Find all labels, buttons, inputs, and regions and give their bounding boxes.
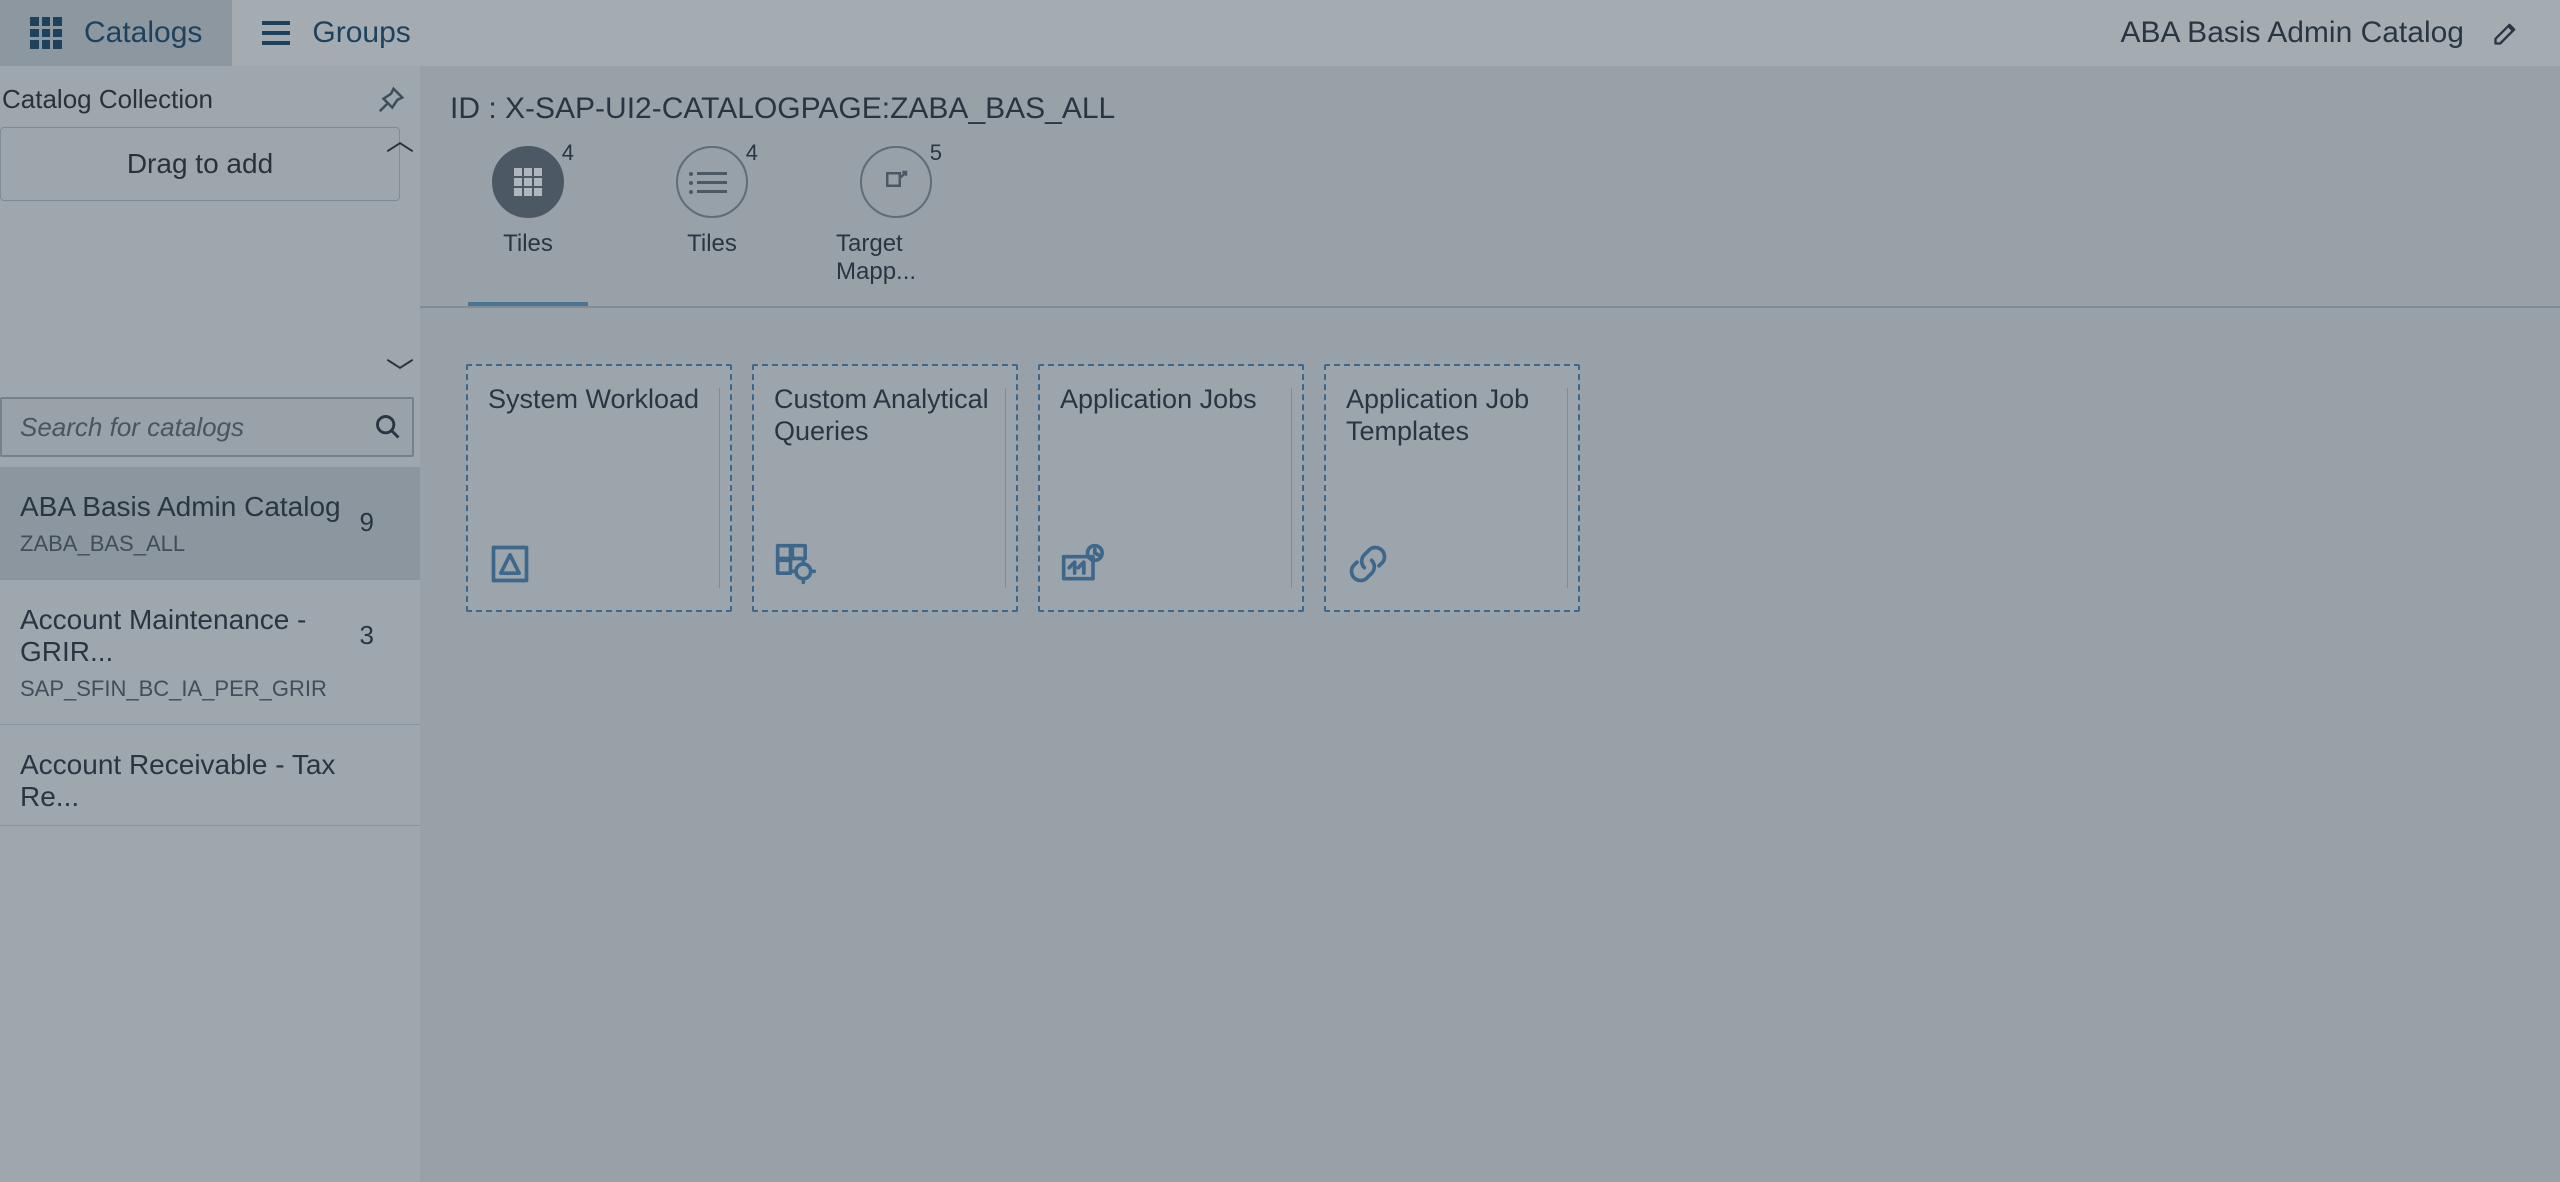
view-tab-badge: 5 <box>930 140 942 166</box>
tab-catalogs-label: Catalogs <box>84 16 202 50</box>
catalog-item-count: 3 <box>360 620 374 651</box>
tile-divider <box>1005 388 1006 588</box>
hamburger-icon <box>262 21 290 45</box>
analytics-gear-icon <box>774 542 818 586</box>
tile-job-templates[interactable]: Application Job Templates <box>1324 364 1580 612</box>
catalog-item-title: Account Maintenance - GRIR... <box>20 604 380 668</box>
drag-to-add[interactable]: Drag to add <box>0 127 400 201</box>
grid-icon <box>30 17 62 49</box>
left-sidebar: Catalog Collection Drag to add ︿ ﹀ ︿ <box>0 66 420 1182</box>
catalog-item-grir[interactable]: Account Maintenance - GRIR... SAP_SFIN_B… <box>0 580 420 725</box>
tab-groups-label: Groups <box>312 16 410 50</box>
pin-icon[interactable] <box>376 85 406 115</box>
catalog-item-aba-basis[interactable]: ABA Basis Admin Catalog ZABA_BAS_ALL 9 <box>0 467 420 580</box>
view-tab-tiles-list[interactable]: 4 Tiles <box>652 146 772 306</box>
catalog-item-count: 9 <box>360 507 374 538</box>
catalog-item-ar-tax[interactable]: Account Receivable - Tax Re... <box>0 725 420 826</box>
tile-system-workload[interactable]: System Workload <box>466 364 732 612</box>
list-view-icon <box>676 146 748 218</box>
search-box[interactable] <box>0 397 414 457</box>
target-mapping-icon <box>860 146 932 218</box>
catalog-item-title: Account Receivable - Tax Re... <box>20 749 380 813</box>
drop-area-gap: ﹀ <box>0 201 420 397</box>
view-tab-label: Tiles <box>687 230 737 258</box>
chevron-down-icon[interactable]: ﹀ <box>386 351 414 391</box>
tile-divider <box>1291 388 1292 588</box>
view-tab-label: Tiles <box>503 230 553 258</box>
top-bar: Catalogs Groups ABA Basis Admin Catalog <box>0 0 2560 66</box>
tile-title: Application Job Templates <box>1346 384 1558 448</box>
tile-title: Application Jobs <box>1060 384 1282 416</box>
tile-divider <box>1567 388 1568 588</box>
main-panel: ID : X-SAP-UI2-CATALOGPAGE:ZABA_BAS_ALL … <box>420 66 2560 1182</box>
collection-label: Catalog Collection <box>0 84 376 115</box>
tile-area: System Workload Custom Analytical Querie… <box>420 308 2560 612</box>
search-input[interactable] <box>18 411 374 444</box>
chevron-up-icon[interactable]: ︿ <box>386 119 414 159</box>
drag-to-add-label: Drag to add <box>127 148 273 180</box>
top-right: ABA Basis Admin Catalog <box>2120 0 2560 66</box>
pencil-icon[interactable] <box>2492 19 2520 47</box>
catalog-item-title: ABA Basis Admin Catalog <box>20 491 380 523</box>
view-tab-badge: 4 <box>746 140 758 166</box>
link-icon <box>1346 542 1390 586</box>
jobs-icon <box>1060 542 1104 586</box>
catalog-list: ︿ ABA Basis Admin Catalog ZABA_BAS_ALL 9… <box>0 467 420 1182</box>
catalog-id-line: ID : X-SAP-UI2-CATALOGPAGE:ZABA_BAS_ALL <box>420 66 2560 126</box>
catalog-item-subtitle: SAP_SFIN_BC_IA_PER_GRIR <box>20 676 380 702</box>
catalog-item-subtitle: ZABA_BAS_ALL <box>20 531 380 557</box>
view-tab-label: Target Mapp... <box>836 230 956 286</box>
tile-application-jobs[interactable]: Application Jobs <box>1038 364 1304 612</box>
collection-header: Catalog Collection <box>0 66 420 127</box>
view-tab-target-mappings[interactable]: 5 Target Mapp... <box>836 146 956 306</box>
tab-catalogs[interactable]: Catalogs <box>0 0 232 66</box>
view-tabs: 4 Tiles 4 Tiles 5 Target Mapp... <box>420 126 2560 308</box>
tab-groups[interactable]: Groups <box>232 0 440 66</box>
tile-divider <box>719 388 720 588</box>
tile-custom-queries[interactable]: Custom Analytical Queries <box>752 364 1018 612</box>
view-tab-tiles-grid[interactable]: 4 Tiles <box>468 146 588 306</box>
tile-title: System Workload <box>488 384 710 416</box>
grid-view-icon <box>492 146 564 218</box>
tile-title: Custom Analytical Queries <box>774 384 996 448</box>
workload-icon <box>488 542 532 586</box>
page-title: ABA Basis Admin Catalog <box>2120 16 2464 50</box>
view-tab-badge: 4 <box>562 140 574 166</box>
search-icon[interactable] <box>374 413 402 441</box>
